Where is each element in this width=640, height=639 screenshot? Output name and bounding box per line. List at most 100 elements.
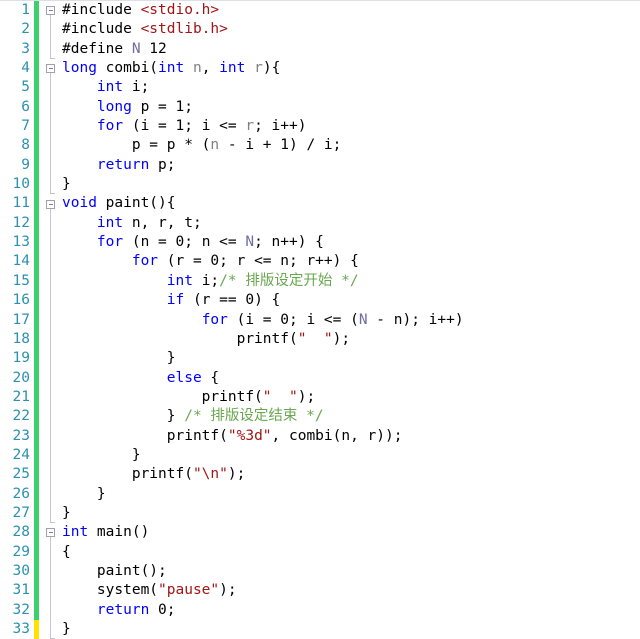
code-token: combi( — [96, 60, 159, 77]
code-token: printf( — [62, 466, 193, 483]
line-number: 15 — [12, 272, 30, 289]
code-token: ); — [297, 388, 316, 405]
code-line[interactable]: int n, r, t; — [62, 214, 640, 233]
code-line[interactable]: system("pause"); — [62, 581, 640, 600]
code-line[interactable]: printf("%3d", combi(n, r)); — [62, 427, 640, 446]
code-token: #include — [62, 21, 141, 38]
code-token: r — [245, 118, 255, 135]
code-token: ); — [219, 582, 237, 599]
code-token: { — [201, 369, 220, 386]
code-line[interactable]: long combi(int n, int r){ — [62, 59, 640, 78]
line-number: 9 — [21, 156, 30, 173]
code-token: ); — [332, 330, 351, 347]
code-line[interactable]: paint(); — [62, 562, 640, 581]
line-number: 12 — [12, 214, 30, 231]
code-line[interactable]: else { — [62, 369, 640, 388]
line-number: 33 — [12, 621, 30, 637]
code-token: #define — [62, 40, 132, 57]
code-line[interactable]: } /* 排版设定结束 */ — [62, 407, 640, 426]
line-number-column: 1 2 3 4 5 6 7 8 9 10 11 12 13 14 15 16 17 18 19 20 21 22 23 24 2… — [0, 1, 30, 639]
code-token: " " — [262, 388, 298, 405]
fold-region-end — [50, 522, 55, 524]
code-line[interactable]: #define N 12 — [62, 40, 640, 59]
code-token: "%3d" — [227, 427, 272, 444]
fold-region-end — [50, 57, 55, 59]
code-editor[interactable]: 1 2 3 4 5 6 7 8 9 10 11 12 13 14 15 16 17 18 19 20 21 22 23 24 2… — [0, 0, 640, 639]
code-line[interactable]: for (i = 1; i <= r; i++) — [62, 117, 640, 136]
line-number: 22 — [12, 408, 30, 425]
code-token: #include — [62, 2, 141, 18]
code-line[interactable]: p = p * (n - i + 1) / i; — [62, 136, 640, 155]
code-line[interactable]: if (r == 0) { — [62, 291, 640, 310]
line-number: 24 — [12, 446, 30, 463]
code-token: paint(); — [62, 562, 167, 579]
code-token: , combi(n, r)); — [271, 427, 403, 444]
code-line[interactable]: } — [62, 446, 640, 465]
line-number: 4 — [21, 60, 30, 77]
fold-collapse-icon[interactable] — [46, 64, 55, 74]
code-token: N — [131, 40, 141, 57]
code-line[interactable]: printf(" "); — [62, 330, 640, 349]
code-token: printf( — [62, 427, 228, 444]
code-line[interactable]: for (r = 0; r <= n; r++) { — [62, 252, 640, 271]
code-token: (i = 1; i <= — [123, 118, 246, 135]
line-number: 21 — [12, 388, 30, 405]
code-line[interactable]: #include <stdlib.h> — [62, 20, 640, 39]
code-text-area[interactable]: #include <stdio.h> #include <stdlib.h> #de… — [62, 1, 640, 639]
fold-collapse-icon[interactable] — [46, 6, 55, 15]
code-line[interactable]: } — [62, 504, 640, 523]
code-line[interactable]: long p = 1; — [62, 98, 640, 117]
code-token: int — [96, 79, 124, 96]
code-line[interactable]: void paint(){ — [62, 194, 640, 213]
code-line[interactable]: int i; — [62, 78, 640, 97]
code-token: , — [201, 60, 220, 77]
code-token: <stdlib.h> — [140, 21, 228, 38]
code-token: } — [62, 504, 71, 521]
code-folding-column[interactable] — [44, 1, 60, 639]
code-token: "pause" — [158, 582, 220, 599]
fold-collapse-icon[interactable] — [46, 199, 55, 209]
line-number: 20 — [12, 369, 30, 386]
code-line[interactable]: for (n = 0; n <= N; n++) { — [62, 233, 640, 252]
editor-gutter: 1 2 3 4 5 6 7 8 9 10 11 12 13 14 15 16 17 18 19 20 21 22 23 24 2… — [0, 1, 44, 639]
code-token: (n = 0; n <= — [123, 234, 246, 251]
fold-collapse-icon[interactable] — [46, 528, 55, 538]
code-line[interactable]: #include <stdio.h> — [62, 1, 640, 20]
code-line[interactable]: printf(" "); — [62, 388, 640, 407]
code-line[interactable]: printf("\n"); — [62, 465, 640, 484]
code-token: int — [158, 60, 185, 77]
line-number: 32 — [12, 601, 30, 618]
code-token: main() — [88, 524, 150, 541]
fold-region-line — [50, 537, 51, 639]
change-bar-saved — [34, 1, 39, 621]
line-number: 30 — [12, 562, 30, 579]
line-number: 26 — [12, 485, 30, 502]
code-line[interactable]: for (i = 0; i <= (N - n); i++) — [62, 311, 640, 330]
fold-region-line — [50, 15, 51, 58]
code-line[interactable]: return p; — [62, 156, 640, 175]
code-line[interactable]: } — [62, 485, 640, 504]
line-number: 16 — [12, 292, 30, 309]
code-line[interactable]: } — [62, 620, 640, 639]
code-token: p = p * ( — [62, 137, 211, 154]
line-number: 8 — [21, 137, 30, 154]
code-line[interactable]: } — [62, 349, 640, 368]
code-token: } — [62, 408, 185, 425]
line-number: 7 — [21, 118, 30, 135]
code-token: ){ — [262, 60, 281, 77]
line-number: 2 — [21, 21, 30, 38]
code-line[interactable]: int main() — [62, 523, 640, 542]
code-line[interactable]: { — [62, 543, 640, 562]
code-line[interactable]: int i;/* 排版设定开始 */ — [62, 272, 640, 291]
code-line[interactable]: } — [62, 175, 640, 194]
line-number: 31 — [12, 582, 30, 599]
line-number: 19 — [12, 350, 30, 367]
line-number: 6 — [21, 98, 30, 115]
code-token: } — [62, 485, 106, 502]
code-line[interactable]: return 0; — [62, 601, 640, 620]
